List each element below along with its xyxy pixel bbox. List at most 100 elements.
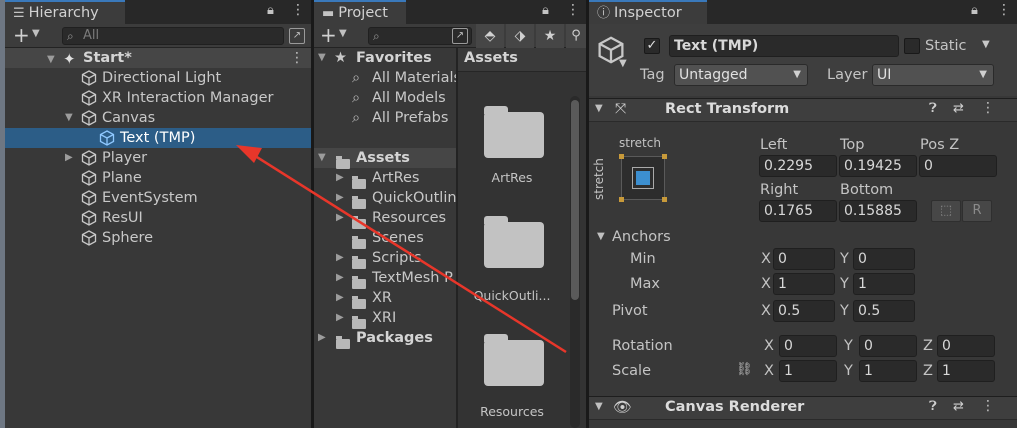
hierarchy-item[interactable]: Sphere (5, 228, 311, 248)
scale-x-field[interactable]: 1 (779, 360, 837, 382)
filter-by-label-icon[interactable]: ⬗ (506, 24, 534, 48)
scene-row[interactable]: ▼ ✦ Start* ⋮ (5, 48, 311, 68)
static-dropdown-icon[interactable]: ▼ (982, 39, 990, 50)
folder-icon[interactable] (484, 334, 544, 386)
settings-sliders-icon[interactable]: ⇄ (953, 399, 964, 414)
fold-arrow-icon[interactable]: ▼ (595, 401, 603, 412)
left-field[interactable]: 0.2295 (759, 155, 837, 177)
anchor-max-x-field[interactable]: 1 (773, 273, 835, 295)
fold-arrow-icon[interactable]: ▼ (318, 148, 330, 168)
asset-folder[interactable]: ▶ XR (314, 288, 456, 309)
link-icon[interactable]: ⛓ (736, 362, 753, 377)
fold-arrow-icon[interactable]: ▼ (318, 48, 330, 68)
packages-header[interactable]: ▶ Packages (314, 328, 456, 349)
fold-arrow-icon[interactable]: ▶ (336, 168, 348, 188)
fold-arrow-icon[interactable]: ▶ (65, 148, 77, 168)
hierarchy-item[interactable]: EventSystem (5, 188, 311, 208)
search-more-icon[interactable]: ⚲ (566, 24, 586, 48)
fold-arrow-icon[interactable]: ▶ (336, 268, 348, 288)
create-button[interactable]: + (320, 24, 337, 46)
hierarchy-item-selected[interactable]: Text (TMP) (5, 128, 311, 148)
hierarchy-item[interactable]: XR Interaction Manager (5, 88, 311, 108)
tag-dropdown[interactable]: Untagged ▼ (674, 64, 808, 86)
object-name-field[interactable]: Text (TMP) (669, 35, 899, 57)
lock-icon[interactable]: 🔒︎ (267, 3, 274, 18)
add-button[interactable]: + (13, 24, 30, 46)
asset-folder[interactable]: ▶ XRI (314, 308, 456, 329)
folder-icon[interactable] (484, 216, 544, 268)
tab-inspector[interactable]: ⓘ Inspector (589, 0, 707, 24)
menu-dots-icon[interactable]: ⋮ (981, 398, 995, 414)
anchor-max-y-field[interactable]: 1 (853, 273, 915, 295)
fold-arrow-icon[interactable]: ▼ (595, 103, 603, 114)
menu-dots-icon[interactable]: ⋮ (291, 2, 305, 18)
rotation-z-field[interactable]: 0 (937, 335, 995, 357)
static-checkbox[interactable] (904, 38, 920, 54)
hierarchy-search-input[interactable]: ⌕ All (62, 27, 284, 45)
menu-dots-icon[interactable]: ⋮ (981, 100, 995, 116)
fold-arrow-icon[interactable]: ▶ (336, 288, 348, 308)
fold-arrow-icon[interactable]: ▶ (336, 188, 348, 208)
filter-by-type-icon[interactable]: ⬘ (476, 24, 504, 48)
favorite-item[interactable]: ⌕ All Models (314, 88, 456, 108)
anchor-min-x-field[interactable]: 0 (773, 248, 835, 270)
scrollbar-thumb[interactable] (571, 100, 579, 300)
hierarchy-item[interactable]: ▼ Canvas (5, 108, 311, 128)
rotation-y-field[interactable]: 0 (859, 335, 917, 357)
add-dropdown-icon[interactable]: ▼ (32, 28, 40, 39)
tab-project[interactable]: ▬ Project (314, 0, 406, 24)
fold-arrow-icon[interactable]: ▶ (336, 308, 348, 328)
fold-arrow-icon[interactable]: ▼ (597, 231, 605, 242)
anchor-preset-button[interactable] (619, 154, 667, 202)
asset-folder[interactable]: Scenes (314, 228, 456, 249)
hierarchy-item[interactable]: ▶ Player (5, 148, 311, 168)
create-dropdown-icon[interactable]: ▼ (339, 28, 347, 39)
rotation-x-field[interactable]: 0 (779, 335, 837, 357)
posz-field[interactable]: 0 (919, 155, 997, 177)
bottom-field[interactable]: 0.15885 (839, 200, 917, 222)
asset-folder[interactable]: ▶ QuickOutlin (314, 188, 457, 209)
fold-arrow-icon[interactable]: ▶ (318, 328, 330, 348)
favorite-item[interactable]: ⌕ All Prefabs (314, 108, 456, 128)
search-options-icon[interactable]: ↗ (452, 28, 468, 44)
help-icon[interactable]: ❓︎ (929, 399, 937, 414)
asset-folder[interactable]: ▶ TextMesh P (314, 268, 456, 289)
fold-arrow-icon[interactable]: ▶ (336, 208, 348, 228)
asset-folder[interactable]: ▶ Resources (314, 208, 456, 229)
asset-folder[interactable]: ▶ Scripts (314, 248, 456, 269)
scale-y-field[interactable]: 1 (859, 360, 917, 382)
fold-arrow-icon[interactable]: ▼ (65, 108, 77, 128)
fold-arrow-icon[interactable]: ▶ (336, 248, 348, 268)
canvas-renderer-header[interactable]: ▼ 👁︎ Canvas Renderer ❓︎ ⇄ ⋮ (589, 396, 1017, 420)
layer-dropdown[interactable]: UI ▼ (872, 64, 994, 86)
scene-menu-icon[interactable]: ⋮ (290, 48, 304, 68)
icon-dropdown-icon[interactable]: ▼ (619, 58, 627, 69)
pivot-x-field[interactable]: 0.5 (773, 300, 835, 322)
top-field[interactable]: 0.19425 (839, 155, 917, 177)
hierarchy-item[interactable]: ResUI (5, 208, 311, 228)
rect-transform-header[interactable]: ▼ ⤧ Rect Transform ❓︎ ⇄ ⋮ (589, 98, 1017, 122)
assets-header[interactable]: ▼ Assets (314, 148, 456, 169)
settings-sliders-icon[interactable]: ⇄ (953, 101, 964, 116)
menu-dots-icon[interactable]: ⋮ (997, 2, 1011, 18)
folder-icon[interactable] (484, 106, 544, 158)
favorite-item[interactable]: ⌕ All Materials (314, 68, 461, 88)
favorites-header[interactable]: ▼ ★ Favorites (314, 48, 456, 68)
star-icon[interactable]: ★ (536, 24, 564, 48)
hierarchy-item[interactable]: Directional Light (5, 68, 311, 88)
lock-icon[interactable]: 🔒︎ (542, 3, 549, 18)
blueprint-mode-button[interactable]: ⬚ (931, 200, 961, 222)
search-options-icon[interactable]: ↗ (289, 28, 305, 44)
scrollbar[interactable] (570, 96, 580, 428)
help-icon[interactable]: ❓︎ (929, 101, 937, 116)
raw-edit-button[interactable]: R (962, 200, 992, 222)
scale-z-field[interactable]: 1 (937, 360, 995, 382)
fold-arrow-icon[interactable]: ▼ (47, 50, 59, 70)
tab-hierarchy[interactable]: ☰ Hierarchy (5, 0, 125, 24)
lock-icon[interactable]: 🔒︎ (971, 3, 978, 18)
hierarchy-item[interactable]: Plane (5, 168, 311, 188)
menu-dots-icon[interactable]: ⋮ (566, 2, 580, 18)
right-field[interactable]: 0.1765 (759, 200, 837, 222)
asset-folder[interactable]: ▶ ArtRes (314, 168, 456, 189)
active-checkbox[interactable]: ✓ (644, 38, 660, 54)
